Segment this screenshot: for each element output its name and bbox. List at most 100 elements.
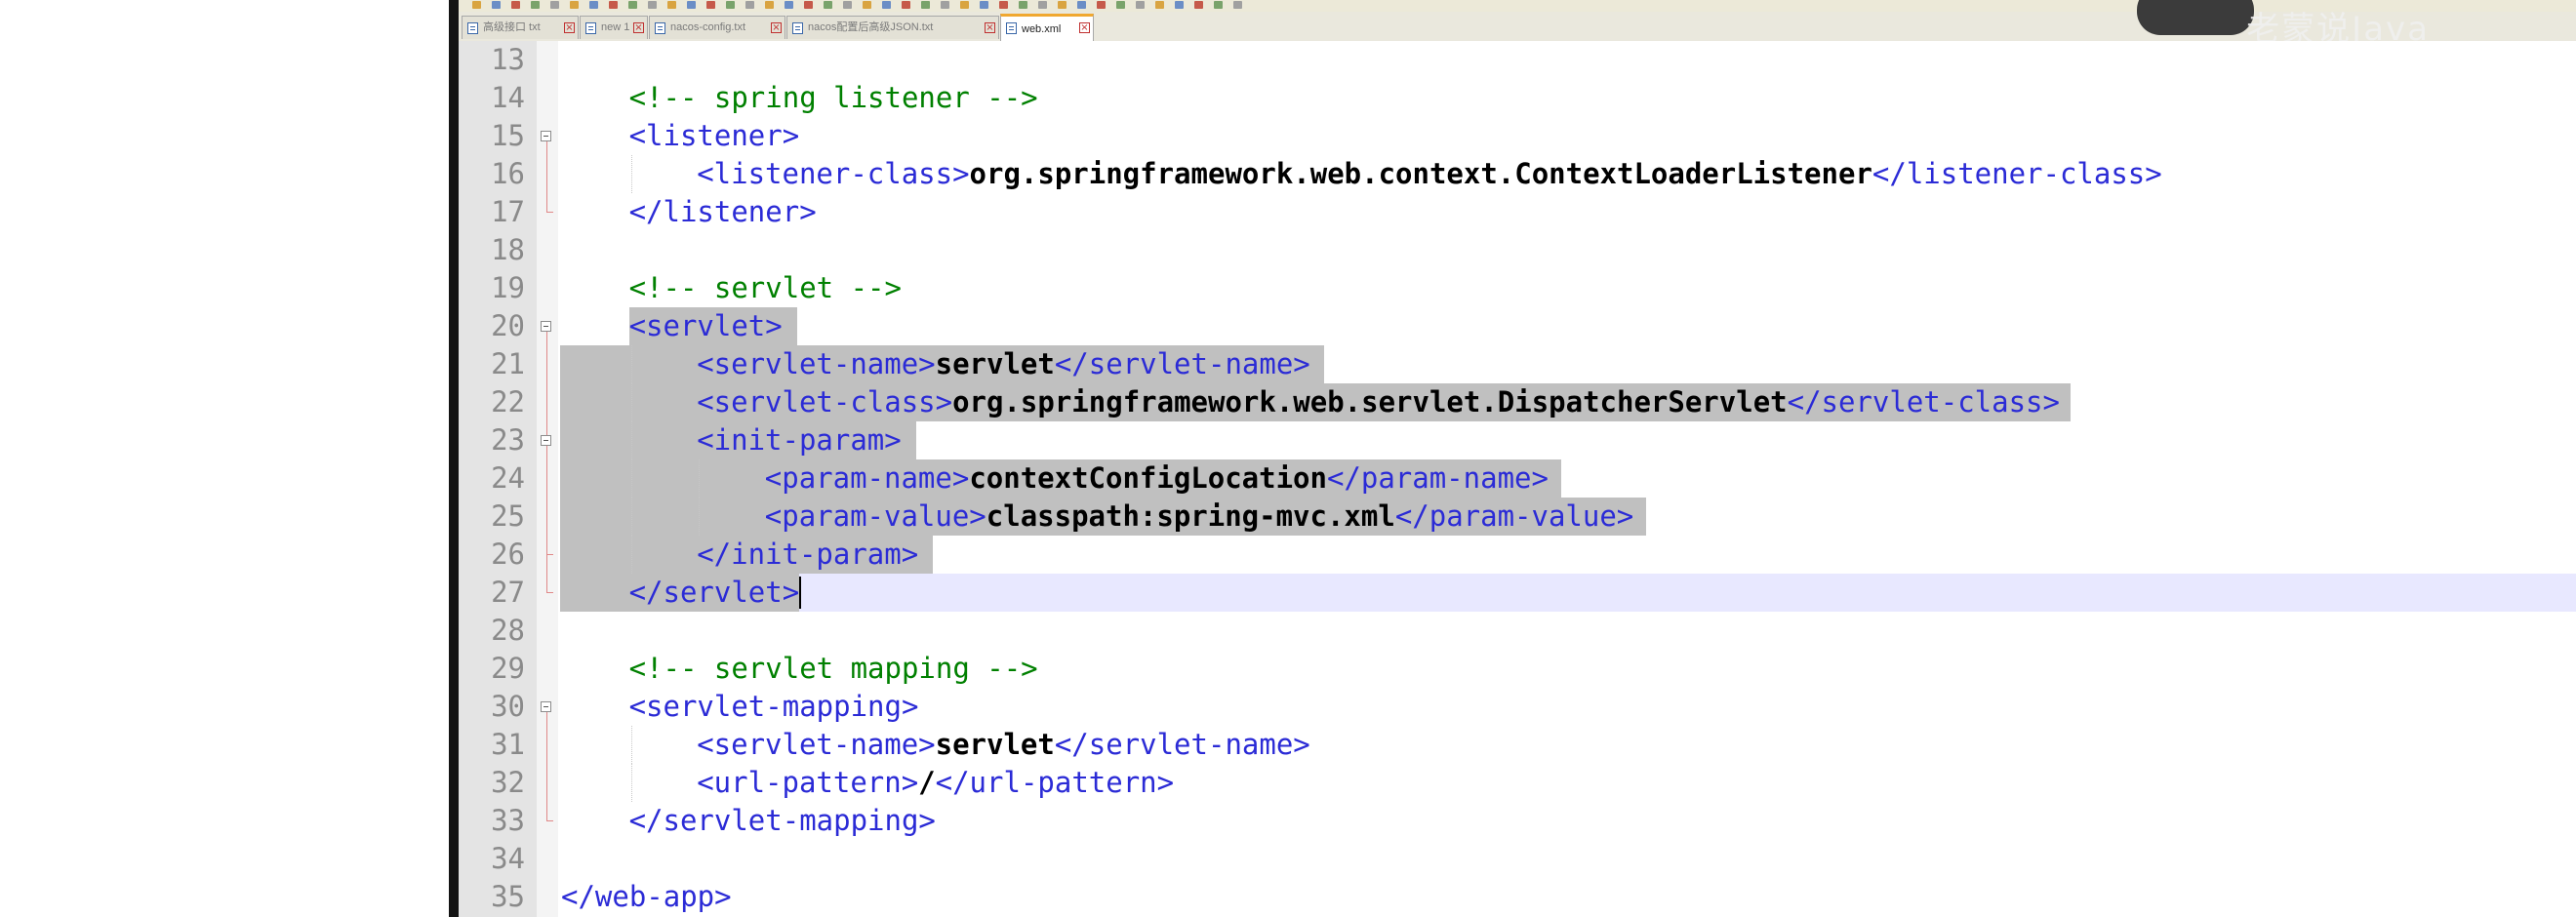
code-line[interactable]: 32 <url-pattern>/</url-pattern>: [459, 764, 2576, 802]
toolbar-button-icon[interactable]: [1019, 1, 1027, 9]
code-line[interactable]: 14 <!-- spring listener -->: [459, 79, 2576, 117]
toolbar-button-icon[interactable]: [550, 1, 559, 9]
toolbar-button-icon[interactable]: [882, 1, 891, 9]
code-line[interactable]: 15 <listener>: [459, 117, 2576, 155]
code-line[interactable]: 21 <servlet-name>servlet</servlet-name>: [459, 345, 2576, 383]
xml-tag: <listener>: [628, 119, 800, 152]
line-number: 20: [491, 309, 525, 342]
close-icon[interactable]: ×: [564, 22, 575, 33]
toolbar-button-icon[interactable]: [960, 1, 969, 9]
code-text: </init-param>: [697, 536, 918, 574]
toolbar-button-icon[interactable]: [667, 1, 676, 9]
code-editor[interactable]: 13 14 <!-- spring listener --> 15 <listener>…: [459, 41, 2576, 917]
toolbar-button-icon[interactable]: [1194, 1, 1203, 9]
tab-file-3[interactable]: nacos-config.txt ×: [649, 16, 785, 39]
toolbar-button-icon[interactable]: [804, 1, 813, 9]
code-line[interactable]: 27 </servlet>: [459, 574, 2576, 612]
toolbar-button-icon[interactable]: [1136, 1, 1145, 9]
toolbar-button-icon[interactable]: [492, 1, 501, 9]
fold-range-line: [546, 712, 547, 820]
code-line[interactable]: 16 <listener-class>org.springframework.we…: [459, 155, 2576, 193]
fold-toggle-icon[interactable]: [541, 131, 551, 141]
code-line[interactable]: 24 <param-name>contextConfigLocation</par…: [459, 459, 2576, 498]
code-line[interactable]: 26 </init-param>: [459, 536, 2576, 574]
tab-file-4[interactable]: nacos配置后高级JSON.txt ×: [786, 16, 999, 39]
code-line[interactable]: 29 <!-- servlet mapping -->: [459, 650, 2576, 688]
toolbar-button-icon[interactable]: [726, 1, 735, 9]
toolbar-button-icon[interactable]: [1233, 1, 1242, 9]
toolbar-button-icon[interactable]: [570, 1, 579, 9]
toolbar-button-icon[interactable]: [785, 1, 793, 9]
code-line[interactable]: 35 </web-app>: [459, 878, 2576, 916]
toolbar-button-icon[interactable]: [511, 1, 520, 9]
toolbar-button-icon[interactable]: [706, 1, 715, 9]
xml-comment: <!-- servlet -->: [628, 271, 902, 304]
fold-range-line: [546, 141, 547, 212]
code-line[interactable]: 31 <servlet-name>servlet</servlet-name>: [459, 726, 2576, 764]
toolbar-button-icon[interactable]: [1038, 1, 1047, 9]
toolbar-button-icon[interactable]: [531, 1, 540, 9]
toolbar-button-icon[interactable]: [941, 1, 949, 9]
toolbar-button-icon[interactable]: [609, 1, 618, 9]
tab-file-1[interactable]: 高级接口 txt ×: [462, 16, 579, 39]
code-line[interactable]: 13: [459, 41, 2576, 79]
line-number: 25: [491, 499, 525, 533]
code-line[interactable]: 30 <servlet-mapping>: [459, 688, 2576, 726]
code-line[interactable]: 22 <servlet-class>org.springframework.web…: [459, 383, 2576, 421]
toolbar-button-icon[interactable]: [648, 1, 657, 9]
toolbar-button-icon[interactable]: [980, 1, 988, 9]
line-number: 26: [491, 538, 525, 571]
toolbar-button-icon[interactable]: [745, 1, 754, 9]
fold-toggle-icon[interactable]: [541, 435, 551, 446]
toolbar-button-icon[interactable]: [765, 1, 774, 9]
indent-guide: [699, 498, 701, 536]
tab-web-xml[interactable]: web.xml ×: [1000, 14, 1094, 41]
toolbar-button-icon[interactable]: [589, 1, 598, 9]
toolbar-button-icon[interactable]: [1097, 1, 1106, 9]
code-line[interactable]: 18: [459, 231, 2576, 269]
fold-toggle-icon[interactable]: [541, 701, 551, 712]
xml-text-value: org.springframework.web.context.ContextL…: [969, 157, 1872, 190]
close-icon[interactable]: ×: [633, 22, 644, 33]
toolbar-button-icon[interactable]: [1116, 1, 1125, 9]
close-icon[interactable]: ×: [771, 22, 782, 33]
xml-tag: <servlet-mapping>: [628, 690, 919, 723]
line-number: 28: [491, 614, 525, 647]
toolbar-button-icon[interactable]: [1077, 1, 1086, 9]
toolbar-button-icon[interactable]: [1058, 1, 1067, 9]
toolbar-button-icon[interactable]: [863, 1, 871, 9]
toolbar-button-icon[interactable]: [902, 1, 910, 9]
toolbar-button-icon[interactable]: [921, 1, 930, 9]
close-icon[interactable]: ×: [985, 22, 995, 33]
document-icon: [655, 22, 665, 34]
toolbar-button-icon[interactable]: [824, 1, 832, 9]
indent-guide: [630, 536, 632, 574]
close-icon[interactable]: ×: [1079, 22, 1090, 33]
toolbar-button-icon[interactable]: [999, 1, 1008, 9]
code-line[interactable]: 17 </listener>: [459, 193, 2576, 231]
tab-label: nacos配置后高级JSON.txt: [808, 21, 934, 33]
toolbar-button-icon[interactable]: [1175, 1, 1184, 9]
code-line[interactable]: 20 <servlet>: [459, 307, 2576, 345]
xml-tag: </param-name>: [1326, 461, 1549, 495]
toolbar-button-icon[interactable]: [1155, 1, 1164, 9]
toolbar-button-icon[interactable]: [1214, 1, 1223, 9]
toolbar-button-icon[interactable]: [843, 1, 852, 9]
document-icon: [1006, 22, 1017, 34]
code-text: <init-param>: [697, 421, 902, 459]
toolbar-button-icon[interactable]: [628, 1, 637, 9]
code-line[interactable]: 34: [459, 840, 2576, 878]
code-line[interactable]: 33 </servlet-mapping>: [459, 802, 2576, 840]
code-text: </web-app>: [561, 878, 732, 916]
code-line[interactable]: 25 <param-value>classpath:spring-mvc.xml<…: [459, 498, 2576, 536]
xml-tag: </listener-class>: [1872, 157, 2162, 190]
code-line[interactable]: 28: [459, 612, 2576, 650]
code-line[interactable]: 23 <init-param>: [459, 421, 2576, 459]
fold-end-marker: [546, 592, 553, 593]
toolbar-button-icon[interactable]: [472, 1, 481, 9]
line-number: 18: [491, 233, 525, 266]
toolbar-button-icon[interactable]: [687, 1, 696, 9]
code-line[interactable]: 19 <!-- servlet -->: [459, 269, 2576, 307]
tab-file-2[interactable]: new 1 ×: [580, 16, 648, 39]
fold-toggle-icon[interactable]: [541, 321, 551, 332]
